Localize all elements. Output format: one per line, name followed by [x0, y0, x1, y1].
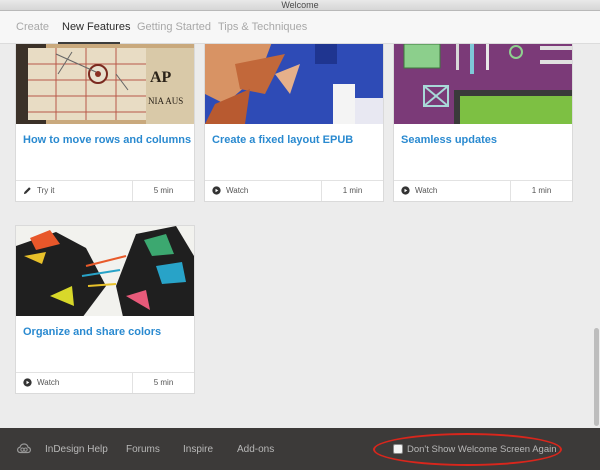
card-thumbnail [16, 226, 194, 316]
card-title[interactable]: How to move rows and columns [23, 134, 191, 146]
forums-link[interactable]: Forums [126, 444, 160, 455]
watch-button[interactable]: Watch [23, 378, 59, 387]
card-footer: Watch 1 min [394, 180, 572, 201]
vertical-scrollbar[interactable] [592, 44, 600, 428]
inspire-link[interactable]: Inspire [183, 444, 213, 455]
card-action-label: Watch [415, 186, 438, 195]
window-titlebar: Welcome [0, 0, 600, 11]
play-icon [212, 186, 221, 195]
card-duration: 5 min [132, 373, 194, 393]
svg-text:AP: AP [150, 69, 172, 86]
add-ons-link[interactable]: Add-ons [237, 444, 274, 455]
card-title[interactable]: Seamless updates [401, 134, 497, 146]
card-duration: 1 min [321, 181, 383, 201]
indesign-help-link[interactable]: InDesign Help [45, 444, 108, 455]
card-action-label: Watch [226, 186, 249, 195]
creative-cloud-icon [17, 443, 31, 454]
card-footer: Watch 1 min [205, 180, 383, 201]
card-title[interactable]: Organize and share colors [23, 326, 161, 338]
svg-text:NIA AUS: NIA AUS [148, 96, 183, 106]
welcome-footer: InDesign Help Forums Inspire Add-ons Don… [0, 428, 600, 470]
tutorial-card-organize-colors[interactable]: Organize and share colors Watch 5 min [16, 226, 194, 393]
tutorial-card-fixed-layout-epub[interactable]: Create a fixed layout EPUB Watch 1 min [205, 44, 383, 201]
card-thumbnail: AP NIA AUS [16, 44, 194, 124]
play-icon [23, 378, 32, 387]
tab-tips-techniques[interactable]: Tips & Techniques [218, 21, 307, 33]
watch-button[interactable]: Watch [212, 186, 248, 195]
tab-bar: Create New Features Getting Started Tips… [0, 11, 600, 44]
watch-button[interactable]: Watch [401, 186, 437, 195]
card-thumbnail [394, 44, 572, 124]
play-icon [401, 186, 410, 195]
card-title[interactable]: Create a fixed layout EPUB [212, 134, 353, 146]
card-action-label: Watch [37, 378, 60, 387]
scrollbar-thumb[interactable] [594, 328, 599, 426]
pencil-icon [23, 187, 31, 195]
tutorial-grid: AP NIA AUS How to move rows and columns … [0, 44, 592, 428]
tab-new-features[interactable]: New Features [62, 21, 130, 33]
tab-getting-started[interactable]: Getting Started [137, 21, 211, 33]
card-action-label: Try it [37, 186, 55, 195]
try-it-button[interactable]: Try it [23, 186, 54, 195]
card-footer: Watch 5 min [16, 372, 194, 393]
card-footer: Try it 5 min [16, 180, 194, 201]
tutorial-card-seamless-updates[interactable]: Seamless updates Watch 1 min [394, 44, 572, 201]
tab-create[interactable]: Create [16, 21, 49, 33]
card-duration: 5 min [132, 181, 194, 201]
highlight-ring-annotation [373, 433, 562, 466]
tutorial-card-move-rows[interactable]: AP NIA AUS How to move rows and columns … [16, 44, 194, 201]
window-title: Welcome [281, 0, 319, 10]
card-duration: 1 min [510, 181, 572, 201]
card-thumbnail [205, 44, 383, 124]
